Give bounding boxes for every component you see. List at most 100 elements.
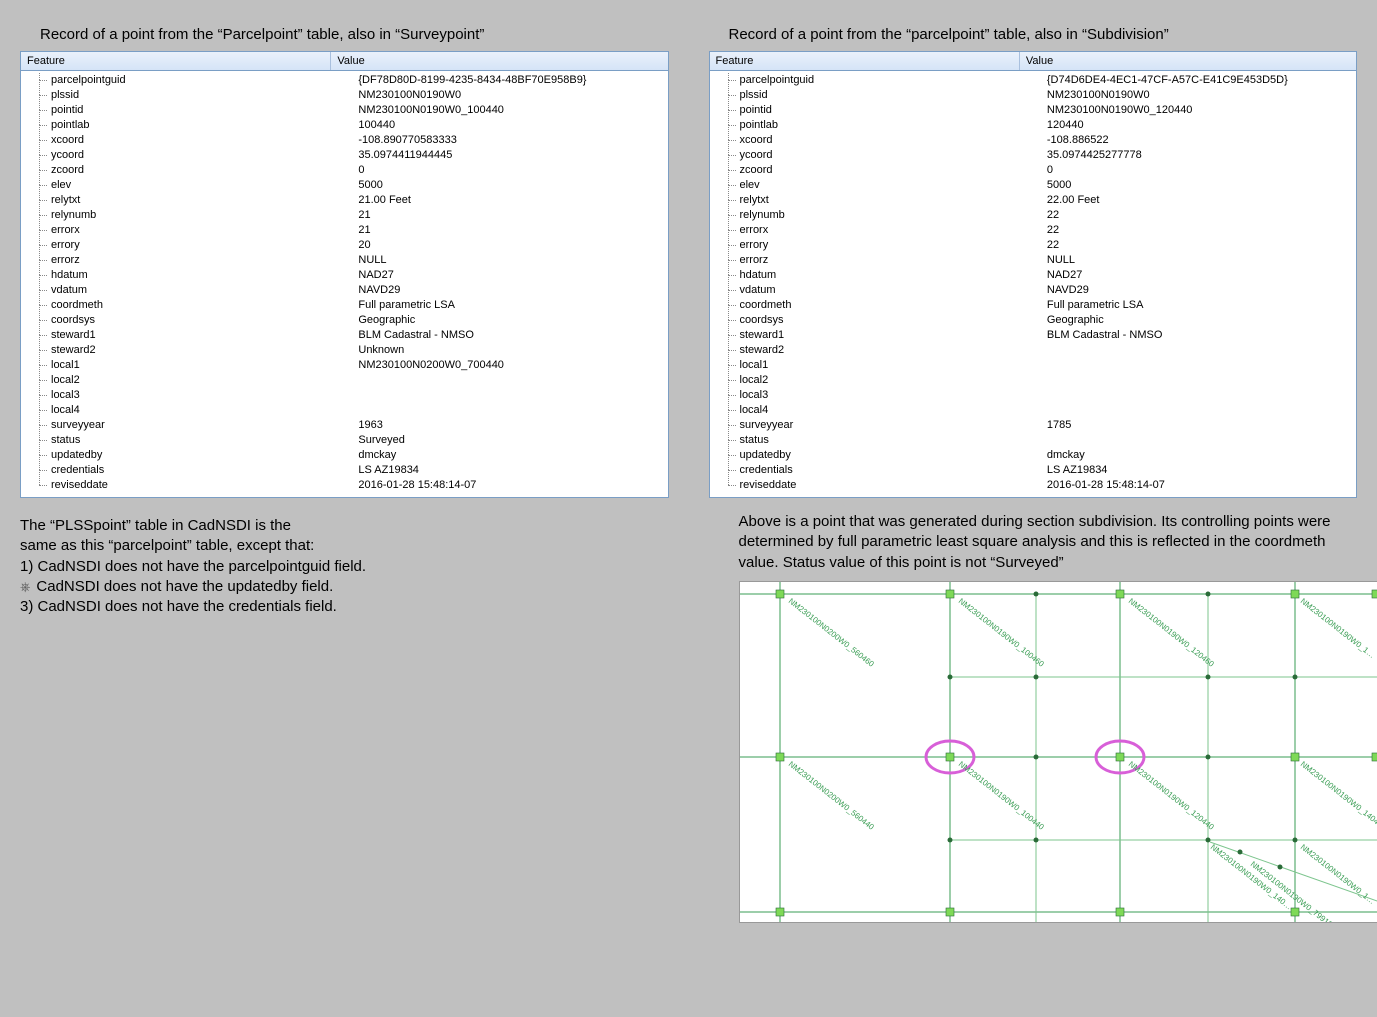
attr-key: pointid: [21, 103, 352, 118]
attr-value: 22: [1041, 223, 1356, 238]
attr-key: xcoord: [21, 133, 352, 148]
attr-value: [1041, 388, 1356, 403]
attr-key: local3: [710, 388, 1041, 403]
right-notes: Above is a point that was generated duri…: [739, 512, 1358, 573]
attr-value: 2016-01-28 15:48:14-07: [1041, 478, 1356, 493]
header-value: Value: [331, 52, 667, 70]
attr-key: local2: [21, 373, 352, 388]
attr-key: plssid: [710, 88, 1041, 103]
attr-value: Surveyed: [352, 433, 667, 448]
attr-value: [1041, 433, 1356, 448]
attr-key: steward2: [710, 343, 1041, 358]
table-row: vdatumNAVD29: [710, 283, 1357, 298]
attr-value: NULL: [352, 253, 667, 268]
attr-value: NAD27: [352, 268, 667, 283]
attr-value: [1041, 358, 1356, 373]
list-text: 1) CadNSDI does not have the parcelpoint…: [20, 557, 366, 577]
list-item: ⎈ CadNSDI does not have the updatedby fi…: [20, 577, 669, 597]
table-row: elev5000: [710, 178, 1357, 193]
attr-value: NAVD29: [352, 283, 667, 298]
table-row: hdatumNAD27: [710, 268, 1357, 283]
attr-value: -108.886522: [1041, 133, 1356, 148]
table-row: elev5000: [21, 178, 668, 193]
attr-value: [1041, 343, 1356, 358]
attr-key: updatedby: [21, 448, 352, 463]
attr-key: status: [710, 433, 1041, 448]
header-feature: Feature: [21, 52, 331, 70]
attr-value: NAD27: [1041, 268, 1356, 283]
attr-key: pointlab: [21, 118, 352, 133]
attr-key: coordmeth: [21, 298, 352, 313]
map-label: NM230100N0190W0_100460: [956, 596, 1045, 669]
table-row: ycoord35.0974411944445: [21, 148, 668, 163]
map-label: NM230100N0200W0_560460: [786, 596, 875, 669]
attr-key: errorz: [710, 253, 1041, 268]
attr-value: Full parametric LSA: [1041, 298, 1356, 313]
attr-key: elev: [21, 178, 352, 193]
attr-value: Geographic: [352, 313, 667, 328]
attr-key: updatedby: [710, 448, 1041, 463]
left-caption: Record of a point from the “Parcelpoint”…: [40, 26, 669, 43]
attr-key: steward1: [21, 328, 352, 343]
attr-value: Geographic: [1041, 313, 1356, 328]
table-row: local4: [710, 403, 1357, 418]
attr-value: 5000: [352, 178, 667, 193]
table-row: errorx22: [710, 223, 1357, 238]
table-row: local3: [710, 388, 1357, 403]
table-row: errorzNULL: [21, 253, 668, 268]
attr-key: relytxt: [710, 193, 1041, 208]
attr-value: 22: [1041, 238, 1356, 253]
attr-key: hdatum: [21, 268, 352, 283]
notes-line: The “PLSSpoint” table in CadNSDI is the: [20, 516, 669, 536]
attr-value: 35.0974425277778: [1041, 148, 1356, 163]
attr-key: local1: [710, 358, 1041, 373]
attr-key: plssid: [21, 88, 352, 103]
attr-key: errory: [21, 238, 352, 253]
table-row: zcoord0: [21, 163, 668, 178]
right-caption: Record of a point from the “parcelpoint”…: [729, 26, 1358, 43]
attr-key: local4: [21, 403, 352, 418]
list-item: 3) CadNSDI does not have the credentials…: [20, 597, 669, 617]
attr-value: 21: [352, 208, 667, 223]
attr-value: [352, 373, 667, 388]
table-row: relytxt 22.00 Feet: [710, 193, 1357, 208]
attr-key: vdatum: [21, 283, 352, 298]
table-row: steward1BLM Cadastral - NMSO: [21, 328, 668, 343]
left-notes: The “PLSSpoint” table in CadNSDI is the …: [20, 516, 669, 617]
attr-value: {DF78D80D-8199-4235-8434-48BF70E958B9}: [352, 73, 667, 88]
attr-key: credentials: [710, 463, 1041, 478]
attr-key: coordsys: [710, 313, 1041, 328]
table-row: pointlab120440: [710, 118, 1357, 133]
attr-value: 20: [352, 238, 667, 253]
attr-value: 21.00 Feet: [352, 193, 667, 208]
attr-key: zcoord: [710, 163, 1041, 178]
attr-key: parcelpointguid: [710, 73, 1041, 88]
table-row: relynumb21: [21, 208, 668, 223]
left-column: Record of a point from the “Parcelpoint”…: [20, 20, 669, 617]
table-row: pointlab100440: [21, 118, 668, 133]
attr-value: NM230100N0190W0_120440: [1041, 103, 1356, 118]
table-row: updatedbydmckay: [710, 448, 1357, 463]
attr-value: BLM Cadastral - NMSO: [1041, 328, 1356, 343]
table-row: reviseddate2016-01-28 15:48:14-07: [710, 478, 1357, 493]
right-attribute-panel: Feature Value parcelpointguid{D74D6DE4-4…: [709, 51, 1358, 498]
table-row: local2: [710, 373, 1357, 388]
attr-key: steward1: [710, 328, 1041, 343]
table-row: vdatumNAVD29: [21, 283, 668, 298]
attr-key: local1: [21, 358, 352, 373]
attr-value: NM230100N0190W0: [1041, 88, 1356, 103]
map-label: NM230100N0190W0_100440: [956, 759, 1045, 832]
attr-key: elev: [710, 178, 1041, 193]
attr-value: [352, 403, 667, 418]
table-row: surveyyear1963: [21, 418, 668, 433]
attr-key: errorx: [21, 223, 352, 238]
attr-value: 1785: [1041, 418, 1356, 433]
attr-value: 1963: [352, 418, 667, 433]
attr-key: errorz: [21, 253, 352, 268]
attr-value: {D74D6DE4-4EC1-47CF-A57C-E41C9E453D5D}: [1041, 73, 1356, 88]
attr-value: NULL: [1041, 253, 1356, 268]
attr-value: NM230100N0190W0_100440: [352, 103, 667, 118]
map-label: NM230100N0190W0_1…: [1298, 842, 1376, 905]
map-label: NM230100N0190W0_1…: [1298, 596, 1376, 659]
attr-value: 22: [1041, 208, 1356, 223]
